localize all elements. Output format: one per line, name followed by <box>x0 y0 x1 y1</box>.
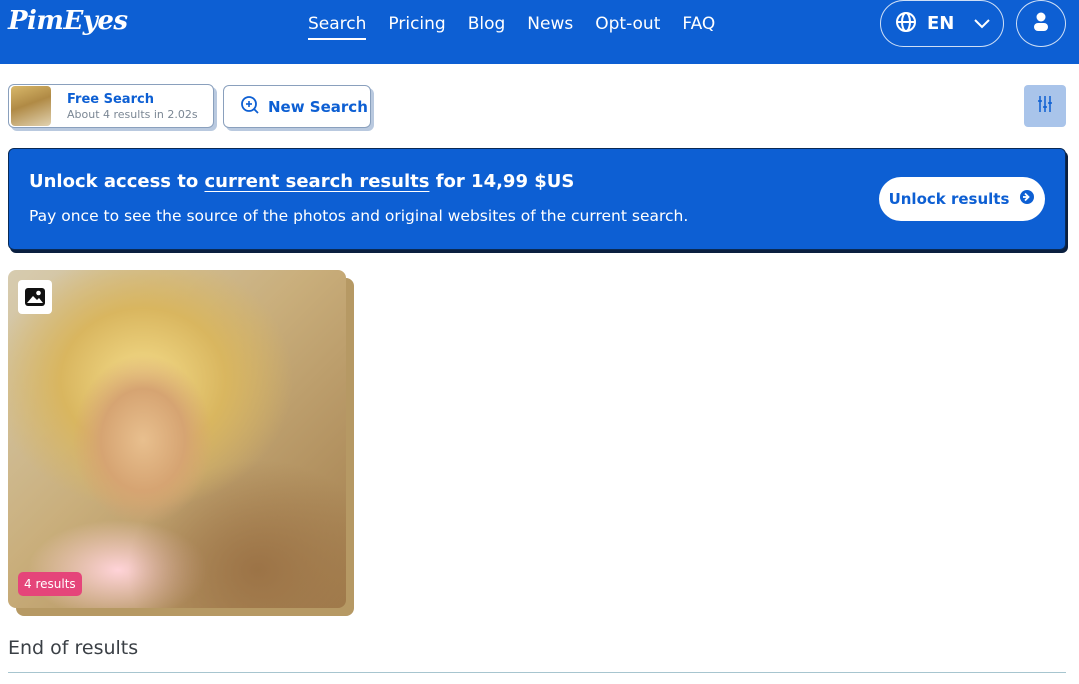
unlock-results-label: Unlock results <box>888 190 1010 208</box>
free-search-title: Free Search <box>67 91 154 107</box>
nav-faq[interactable]: FAQ <box>682 14 715 40</box>
unlock-results-button[interactable]: Unlock results <box>879 177 1045 221</box>
divider <box>8 672 1066 673</box>
pimeyes-logo[interactable]: PimEyes <box>8 6 128 36</box>
user-account-button[interactable] <box>1016 0 1066 47</box>
current-search-results-link[interactable]: current search results <box>205 171 430 192</box>
unlock-banner: Unlock access to current search results … <box>8 148 1066 250</box>
new-search-label: New Search <box>268 97 368 116</box>
chevron-down-icon <box>973 14 991 33</box>
language-code: EN <box>927 13 955 34</box>
arrow-right-circle-icon <box>1019 189 1035 209</box>
banner-heading-prefix: Unlock access to <box>29 171 205 192</box>
new-search-button[interactable]: New Search <box>223 85 371 128</box>
nav-news[interactable]: News <box>527 14 573 40</box>
globe-icon <box>895 11 917 37</box>
results-count-badge: 4 results <box>18 572 82 596</box>
end-of-results-text: End of results <box>8 637 139 659</box>
banner-heading-price: for 14,99 $US <box>429 171 575 192</box>
top-navigation-bar: PimEyes Search Pricing Blog News Opt-out… <box>0 0 1079 64</box>
results-summary: About 4 results in 2.02s <box>67 107 198 121</box>
search-plus-icon <box>240 95 260 119</box>
result-card[interactable]: 4 results <box>8 270 354 616</box>
image-icon <box>18 280 52 314</box>
main-nav: Search Pricing Blog News Opt-out FAQ <box>308 14 737 40</box>
nav-blog[interactable]: Blog <box>468 14 506 40</box>
free-search-card[interactable]: Free Search About 4 results in 2.02s <box>8 84 214 128</box>
user-icon <box>1031 11 1051 37</box>
language-selector[interactable]: EN <box>880 0 1004 47</box>
nav-search[interactable]: Search <box>308 14 367 40</box>
nav-pricing[interactable]: Pricing <box>388 14 445 40</box>
filter-button[interactable] <box>1024 85 1066 127</box>
banner-heading: Unlock access to current search results … <box>29 171 574 192</box>
banner-description: Pay once to see the source of the photos… <box>29 207 689 225</box>
result-image-pixelated[interactable]: 4 results <box>8 270 346 608</box>
nav-opt-out[interactable]: Opt-out <box>595 14 660 40</box>
filter-icon <box>1037 95 1053 117</box>
search-face-thumbnail <box>11 86 51 126</box>
